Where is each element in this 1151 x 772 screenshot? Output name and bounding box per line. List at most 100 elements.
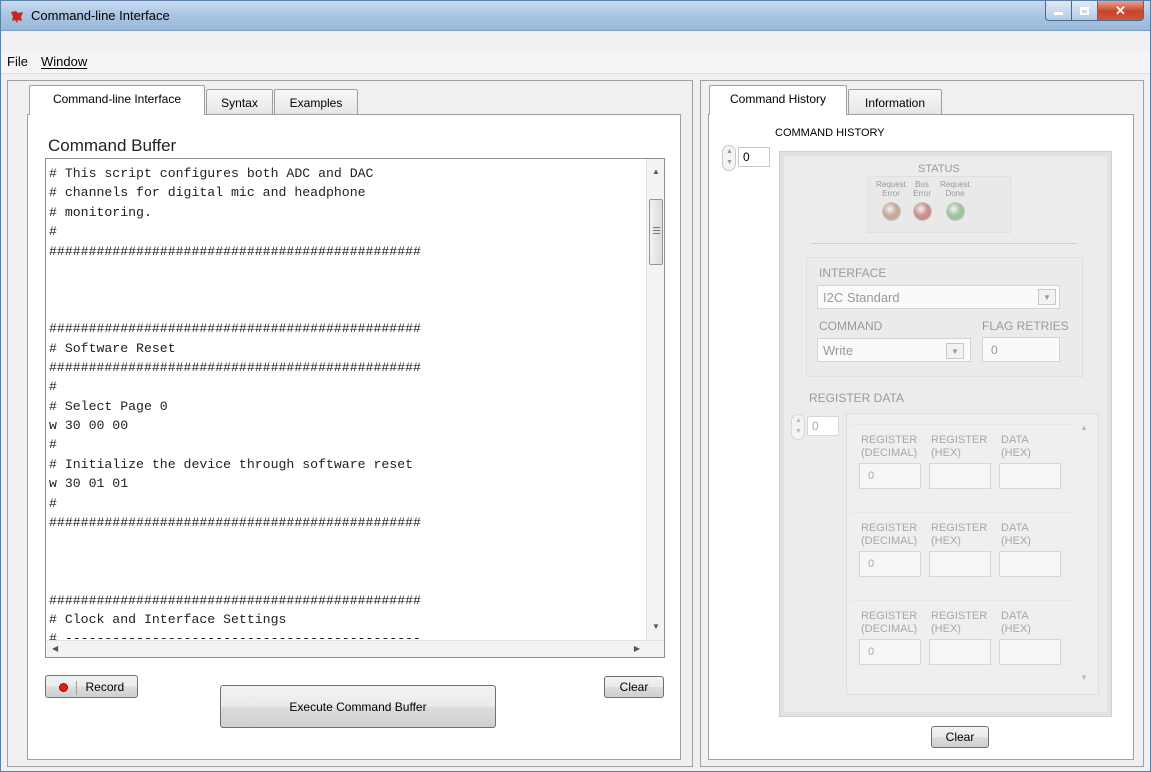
register-column-label: REGISTER (HEX) [931, 522, 988, 547]
command-line: # [49, 224, 57, 240]
command-line: # [49, 437, 57, 453]
register-hex-input[interactable] [929, 551, 991, 577]
ti-logo-icon [11, 11, 23, 23]
scroll-left-icon[interactable]: ◀ [52, 644, 58, 653]
register-column-label: REGISTER (HEX) [931, 434, 988, 459]
tab-command-history[interactable]: Command History [709, 85, 847, 115]
maximize-button[interactable] [1072, 1, 1098, 21]
interface-select[interactable]: I2C Standard ▼ [817, 285, 1060, 309]
command-line: # Software Reset [49, 340, 176, 356]
scroll-right-icon[interactable]: ▶ [634, 644, 640, 653]
tab-information[interactable]: Information [848, 89, 942, 115]
record-label: Record [85, 680, 125, 694]
command-label: COMMAND [819, 319, 883, 333]
command-line: ########################################… [49, 321, 421, 337]
command-buffer-textarea[interactable]: # This script configures both ADC and DA… [45, 158, 665, 658]
flag-retries-value: 0 [991, 343, 998, 357]
command-buffer-text[interactable]: # This script configures both ADC and DA… [49, 164, 644, 640]
request-error-led [882, 202, 901, 221]
history-index-input[interactable]: 0 [738, 147, 770, 167]
clear-command-buffer-button[interactable]: Clear [604, 676, 664, 698]
tab-command-line-interface[interactable]: Command-line Interface [29, 85, 205, 115]
register-decimal-input[interactable]: 0 [859, 639, 921, 665]
title-bar[interactable]: Command-line Interface ✕ [1, 1, 1150, 31]
minimize-button[interactable] [1045, 1, 1072, 21]
register-column-label: REGISTER (DECIMAL) [861, 610, 918, 635]
record-button[interactable]: Record [45, 675, 138, 698]
data-hex-input[interactable] [999, 551, 1061, 577]
tab-syntax[interactable]: Syntax [206, 89, 273, 115]
command-line [49, 552, 644, 571]
command-line: # Clock and Interface Settings [49, 611, 287, 627]
register-scroll-up-icon[interactable]: ▲ [1080, 423, 1088, 432]
scroll-up-icon[interactable]: ▲ [652, 167, 660, 176]
register-entry: REGISTER (DECIMAL) 0 REGISTER (HEX) DATA (HEX) [851, 424, 1071, 512]
register-entry: REGISTER (DECIMAL) 0 REGISTER (HEX) DATA (HEX) [851, 512, 1071, 600]
command-line: ########################################… [49, 592, 421, 608]
register-column-label: REGISTER (DECIMAL) [861, 522, 918, 547]
flag-retries-input[interactable]: 0 [982, 337, 1060, 362]
chevron-down-icon[interactable]: ▼ [946, 343, 964, 359]
register-hex-input[interactable] [929, 639, 991, 665]
menu-file[interactable]: File [7, 54, 28, 69]
command-line: # monitoring. [49, 204, 152, 220]
command-value: Write [823, 343, 854, 358]
status-heading: STATUS [918, 163, 960, 175]
horizontal-scrollbar[interactable]: ◀ ▶ [46, 640, 664, 657]
register-column-label: DATA (HEX) [1001, 522, 1031, 547]
tab-examples[interactable]: Examples [274, 89, 358, 115]
execute-command-buffer-button[interactable]: Execute Command Buffer [220, 685, 496, 728]
command-line: # --------------------------------------… [49, 631, 421, 640]
bus-error-led [913, 202, 932, 221]
status-request-done-label: Request Done [940, 180, 970, 198]
command-line [49, 571, 644, 590]
register-scroll-down-icon[interactable]: ▼ [1080, 673, 1088, 682]
close-button[interactable]: ✕ [1098, 1, 1144, 21]
decrement-icon[interactable]: ▼ [795, 428, 802, 435]
register-column-label: DATA (HEX) [1001, 610, 1031, 635]
data-hex-input[interactable] [999, 639, 1061, 665]
interface-value: I2C Standard [823, 290, 900, 305]
command-line: w 30 01 01 [49, 476, 129, 492]
minimize-icon [1054, 12, 1063, 15]
flag-retries-label: FLAG RETRIES [982, 319, 1069, 333]
decrement-icon[interactable]: ▼ [726, 159, 733, 166]
register-column-label: REGISTER (HEX) [931, 610, 988, 635]
history-index-stepper[interactable]: ▲ ▼ [722, 145, 736, 171]
close-icon: ✕ [1115, 2, 1126, 18]
window-controls: ✕ [1045, 1, 1144, 21]
record-icon [58, 683, 68, 693]
register-hex-input[interactable] [929, 463, 991, 489]
command-buffer-title: Command Buffer [48, 136, 177, 155]
request-done-led [946, 202, 965, 221]
command-line: # Select Page 0 [49, 398, 168, 414]
clear-history-button[interactable]: Clear [931, 726, 989, 748]
register-column-label: DATA (HEX) [1001, 434, 1031, 459]
register-data-label: REGISTER DATA [809, 391, 904, 405]
register-decimal-input[interactable]: 0 [859, 463, 921, 489]
command-line: w 30 00 00 [49, 418, 129, 434]
chevron-down-icon[interactable]: ▼ [1038, 289, 1056, 305]
command-line: # Initialize the device through software… [49, 456, 414, 472]
register-entry: REGISTER (DECIMAL) 0 REGISTER (HEX) DATA (HEX) [851, 600, 1071, 688]
command-line: ########################################… [49, 243, 421, 259]
command-select[interactable]: Write ▼ [817, 338, 971, 362]
register-index-stepper[interactable]: ▲ ▼ [791, 414, 805, 440]
menu-bar [1, 52, 1150, 74]
data-hex-input[interactable] [999, 463, 1061, 489]
status-request-error-label: Request Error [876, 180, 906, 198]
command-line: # channels for digital mic and headphone [49, 185, 366, 201]
maximize-icon [1080, 6, 1089, 15]
increment-icon[interactable]: ▲ [726, 148, 733, 155]
scroll-down-icon[interactable]: ▼ [652, 622, 660, 631]
menu-window[interactable]: Window [41, 54, 87, 69]
increment-icon[interactable]: ▲ [795, 417, 802, 424]
command-line: # [49, 379, 57, 395]
app-window: Command-line Interface ✕ File Window Com… [0, 0, 1151, 772]
command-line: ########################################… [49, 359, 421, 375]
command-line [49, 532, 644, 551]
register-index-input[interactable]: 0 [807, 416, 839, 436]
vertical-scroll-thumb[interactable] [649, 199, 663, 265]
vertical-scrollbar[interactable]: ▲ ▼ [646, 159, 664, 641]
register-decimal-input[interactable]: 0 [859, 551, 921, 577]
